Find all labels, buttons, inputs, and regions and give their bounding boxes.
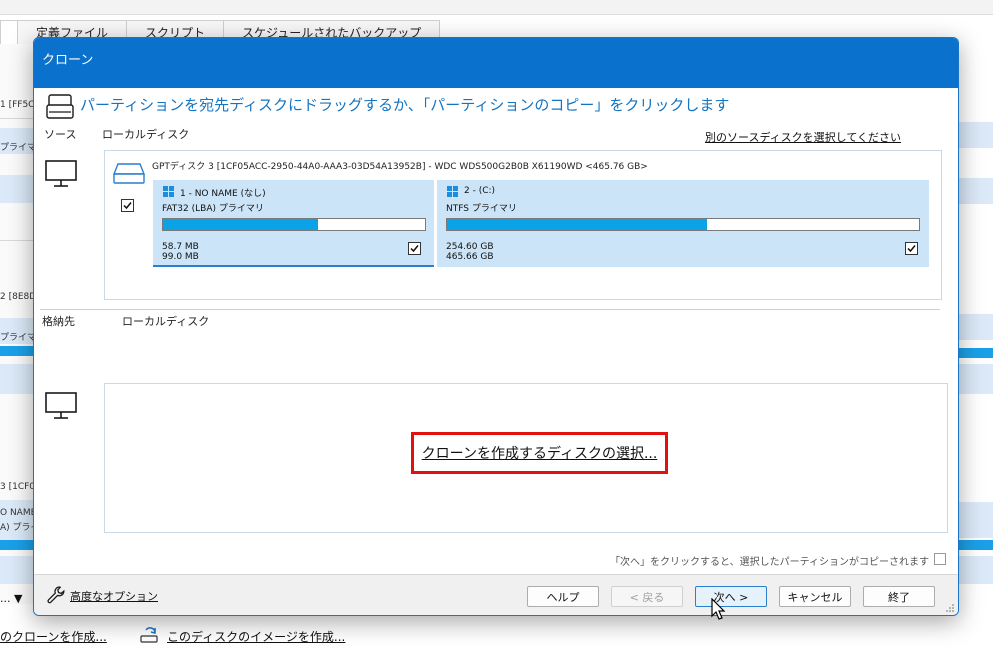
background-partition-row[interactable] bbox=[957, 502, 993, 538]
section-divider bbox=[40, 309, 940, 310]
partition-1-total: 99.0 MB bbox=[162, 252, 199, 262]
next-button[interactable]: 次へ > bbox=[695, 586, 767, 607]
partition-1-used: 58.7 MB bbox=[162, 242, 199, 252]
select-clone-target-link[interactable]: クローンを作成するディスクの選択... bbox=[411, 432, 668, 474]
background-toolbar bbox=[0, 0, 993, 15]
background-partition-name: O NAME bbox=[0, 508, 37, 518]
background-disk-1-label: 1 [FF5C bbox=[0, 100, 35, 110]
partition-2-total: 465.66 GB bbox=[446, 252, 494, 262]
background-combo[interactable]: ... ▼ bbox=[0, 592, 22, 605]
background-partition-row[interactable] bbox=[957, 122, 993, 148]
checkmark-icon bbox=[410, 245, 419, 253]
back-button[interactable]: < 戻る bbox=[611, 586, 683, 607]
background-usage-bar bbox=[957, 348, 993, 358]
source-disk-info: GPTディスク 3 [1CF05ACC-2950-44A0-AAA3-03D54… bbox=[152, 162, 648, 172]
clone-dialog: クローン パーティションを宛先ディスクにドラッグするか、「パーティションのコピー… bbox=[33, 37, 959, 616]
monitor-icon bbox=[45, 392, 77, 419]
background-create-image-link[interactable]: このディスクのイメージを作成... bbox=[167, 628, 345, 645]
partition-1-type: FAT32 (LBA) プライマリ bbox=[162, 204, 264, 214]
divider bbox=[0, 240, 34, 241]
background-usage-bar bbox=[0, 346, 34, 356]
partition-2-used: 254.60 GB bbox=[446, 242, 494, 252]
monitor-icon bbox=[45, 160, 77, 187]
destination-disk-label: ローカルディスク bbox=[122, 315, 210, 328]
advanced-options-link[interactable]: 高度なオプション bbox=[70, 588, 158, 604]
checkmark-icon bbox=[123, 202, 132, 210]
background-usage-bar bbox=[0, 540, 34, 550]
partition-2-usage-fill bbox=[447, 219, 707, 230]
partition-2-name: 2 - (C:) bbox=[464, 186, 496, 196]
partition-1-usage-fill bbox=[163, 219, 318, 230]
disk-drag-icon bbox=[46, 94, 74, 119]
instruction-text: パーティションを宛先ディスクにドラッグするか、「パーティションのコピー」をクリッ… bbox=[80, 96, 730, 114]
select-other-source-link[interactable]: 別のソースディスクを選択してください bbox=[705, 129, 901, 145]
cancel-button[interactable]: キャンセル bbox=[779, 586, 851, 607]
source-disk-panel[interactable]: GPTディスク 3 [1CF05ACC-2950-44A0-AAA3-03D54… bbox=[104, 150, 942, 300]
background-partition-row[interactable] bbox=[0, 364, 34, 394]
partition-2-type: NTFS プライマリ bbox=[446, 204, 517, 214]
source-disk-checkbox[interactable] bbox=[121, 199, 134, 212]
windows-icon bbox=[163, 186, 174, 197]
partition-1[interactable]: 1 - NO NAME (なし) FAT32 (LBA) プライマリ 58.7 … bbox=[153, 180, 434, 267]
background-clone-disk-link[interactable]: のクローンを作成... bbox=[0, 628, 107, 645]
copy-hint-checkbox[interactable] bbox=[934, 553, 946, 565]
background-partition-row[interactable] bbox=[957, 364, 993, 394]
background-tab-blank[interactable] bbox=[0, 20, 18, 45]
partition-1-checkbox[interactable] bbox=[408, 242, 421, 255]
background-partition-row[interactable] bbox=[0, 556, 34, 584]
background-disk-3-label: 3 [1CF0 bbox=[0, 482, 36, 492]
background-usage-bar bbox=[957, 540, 993, 550]
background-partition-row[interactable] bbox=[957, 178, 993, 204]
dialog-footer: 高度なオプション ヘルプ < 戻る 次へ > キャンセル 終了 bbox=[34, 574, 958, 615]
finish-button[interactable]: 終了 bbox=[863, 586, 935, 607]
background-disk-2-label: 2 [8E8D bbox=[0, 292, 37, 302]
divider bbox=[0, 118, 34, 119]
source-disk-label: ローカルディスク bbox=[102, 128, 190, 141]
dropdown-arrow-icon: ▼ bbox=[14, 592, 23, 605]
partition-1-name: 1 - NO NAME (なし) bbox=[180, 189, 266, 199]
resize-grip-icon[interactable] bbox=[945, 603, 955, 613]
source-label: ソース bbox=[44, 128, 77, 141]
partition-2-checkbox[interactable] bbox=[905, 242, 918, 255]
background-partition-row[interactable] bbox=[0, 175, 34, 203]
background-partition-row[interactable] bbox=[957, 556, 993, 584]
wrench-icon bbox=[47, 586, 65, 604]
dialog-title: クローン bbox=[34, 38, 958, 88]
checkmark-icon bbox=[907, 245, 916, 253]
image-disk-icon bbox=[140, 627, 158, 643]
background-partition-row[interactable] bbox=[957, 314, 993, 340]
destination-label: 格納先 bbox=[42, 315, 75, 328]
partition-2-usage-bar bbox=[446, 218, 920, 231]
help-button[interactable]: ヘルプ bbox=[527, 586, 599, 607]
mouse-cursor-icon bbox=[711, 598, 726, 620]
disk-icon bbox=[112, 163, 146, 184]
copy-hint-text: 「次へ」をクリックすると、選択したパーティションがコピーされます bbox=[610, 557, 929, 568]
partition-1-usage-bar bbox=[162, 218, 426, 231]
windows-icon bbox=[447, 186, 458, 197]
partition-2[interactable]: 2 - (C:) NTFS プライマリ 254.60 GB 465.66 GB bbox=[437, 180, 929, 267]
